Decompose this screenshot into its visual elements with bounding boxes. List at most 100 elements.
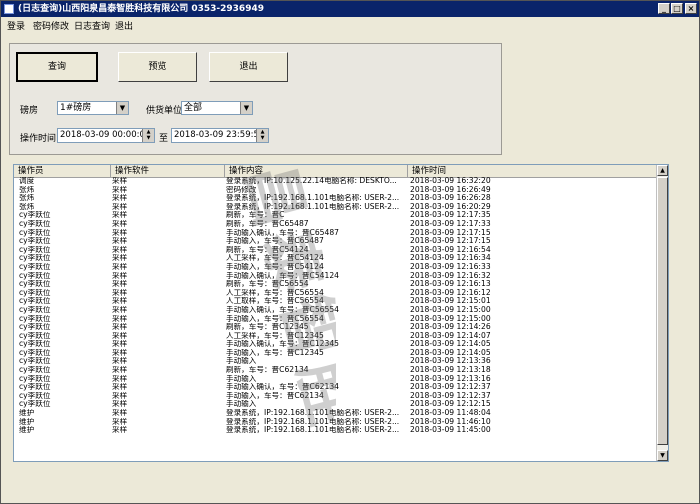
column-header-operator[interactable]: 操作员 bbox=[14, 165, 111, 177]
end-time-spinner[interactable]: ▲ ▼ bbox=[256, 129, 268, 142]
title-bar[interactable]: (日志查询)山西阳泉昌泰智胜科技有限公司 0353-2936949 _ □ × bbox=[1, 1, 699, 17]
table-row[interactable]: cy李跃位 采样 刷新，车号：晋C12345 2018-03-09 12:14:26 bbox=[14, 323, 657, 332]
cell-time: 2018-03-09 12:13:36 bbox=[410, 357, 491, 366]
cell-software: 采样 bbox=[112, 237, 128, 246]
table-row[interactable]: cy李跃位 采样 手动输入 2018-03-09 12:13:16 bbox=[14, 375, 657, 384]
cell-time: 2018-03-09 12:17:15 bbox=[410, 237, 491, 246]
table-row[interactable]: 张炜 采样 登录系统，IP:192.168.1.101电脑名称: USER-2...… bbox=[14, 203, 657, 212]
table-row[interactable]: cy李跃位 采样 刷新，车号：晋C 2018-03-09 12:17:35 bbox=[14, 211, 657, 220]
app-icon bbox=[4, 4, 14, 14]
table-row[interactable]: cy李跃位 采样 手动输入，车号：晋C56554 2018-03-09 12:15:0… bbox=[14, 315, 657, 324]
cell-content: 密码修改 bbox=[226, 185, 257, 194]
exit-button[interactable]: 退出 bbox=[209, 52, 288, 82]
spin-down-icon[interactable]: ▼ bbox=[147, 135, 151, 141]
cell-time: 2018-03-09 16:26:28 bbox=[410, 194, 491, 203]
maximize-button[interactable]: □ bbox=[671, 3, 683, 14]
cell-time: 2018-03-09 12:17:15 bbox=[410, 228, 491, 237]
menu-password-change[interactable]: 密码修改 bbox=[33, 19, 69, 32]
close-button[interactable]: × bbox=[685, 3, 697, 14]
filter-panel: 查询 预览 退出 磅房 1#磅房 ▼ 供货单位 全部 ▼ 操作时间 2018-0… bbox=[9, 43, 502, 155]
cell-operator: cy李跃位 bbox=[19, 288, 51, 297]
table-row[interactable]: cy李跃位 采样 刷新，车号：晋C65487 2018-03-09 12:17:33 bbox=[14, 220, 657, 229]
table-row[interactable]: cy李跃位 采样 手动输入确认，车号：晋C65487 2018-03-09 12:17… bbox=[14, 229, 657, 238]
cell-time: 2018-03-09 12:15:00 bbox=[410, 305, 491, 314]
scroll-down-button[interactable]: ▼ bbox=[657, 450, 668, 461]
cell-software: 采样 bbox=[112, 366, 128, 375]
table-row[interactable]: cy李跃位 采样 刷新，车号：晋C56554 2018-03-09 12:16:13 bbox=[14, 280, 657, 289]
query-button[interactable]: 查询 bbox=[16, 52, 98, 82]
table-row[interactable]: 张炜 采样 密码修改 2018-03-09 16:26:49 bbox=[14, 186, 657, 195]
table-row[interactable]: cy李跃位 采样 手动输入 2018-03-09 12:13:36 bbox=[14, 357, 657, 366]
cell-software: 采样 bbox=[112, 331, 128, 340]
column-header-time[interactable]: 操作时间 bbox=[408, 165, 657, 177]
table-row[interactable]: cy李跃位 采样 手动输入确认，车号：晋C62134 2018-03-09 12:12… bbox=[14, 383, 657, 392]
menu-exit[interactable]: 退出 bbox=[115, 19, 133, 32]
cell-content: 登录系统，IP:192.168.1.101电脑名称: USER-2... bbox=[226, 426, 400, 435]
cell-operator: cy李跃位 bbox=[19, 262, 51, 271]
chevron-down-icon[interactable]: ▼ bbox=[240, 102, 252, 114]
table-row[interactable]: cy李跃位 采样 手动输入确认，车号：晋C56554 2018-03-09 12:15… bbox=[14, 306, 657, 315]
start-time-picker[interactable]: 2018-03-09 00:00:00 ▲ ▼ bbox=[57, 128, 155, 143]
table-row[interactable]: 维护 采样 登录系统，IP:192.168.1.101电脑名称: USER-2...… bbox=[14, 426, 657, 435]
cell-time: 2018-03-09 12:15:00 bbox=[410, 314, 491, 323]
cell-operator: 调度 bbox=[19, 177, 35, 185]
table-row[interactable]: 张炜 采样 登录系统，IP:192.168.1.101电脑名称: USER-2...… bbox=[14, 194, 657, 203]
cell-time: 2018-03-09 12:12:15 bbox=[410, 400, 491, 409]
supplier-label: 供货单位 bbox=[146, 106, 183, 116]
cell-content: 刷新，车号：晋C54124 bbox=[226, 245, 309, 254]
cell-operator: 维护 bbox=[19, 417, 35, 426]
time-label: 操作时间 bbox=[20, 134, 57, 144]
cell-operator: cy李跃位 bbox=[19, 211, 51, 220]
spin-down-icon[interactable]: ▼ bbox=[261, 135, 265, 141]
warehouse-select[interactable]: 1#磅房 ▼ bbox=[57, 101, 129, 115]
scroll-thumb[interactable] bbox=[657, 177, 668, 445]
cell-content: 手动输入确认，车号：晋C65487 bbox=[226, 228, 339, 237]
preview-button[interactable]: 预览 bbox=[118, 52, 197, 82]
cell-content: 手动输入确认，车号：晋C12345 bbox=[226, 340, 339, 349]
cell-software: 采样 bbox=[112, 185, 128, 194]
log-table[interactable]: 操作员 操作软件 操作内容 操作时间 调度 采样 登录系统，IP:10.125.22… bbox=[13, 164, 669, 462]
cell-content: 人工采样，车号：晋C54124 bbox=[226, 254, 324, 263]
table-row[interactable]: cy李跃位 采样 手动输入确认，车号：晋C54124 2018-03-09 12:16… bbox=[14, 272, 657, 281]
table-row[interactable]: cy李跃位 采样 手动输入，车号：晋C62134 2018-03-09 12:12:3… bbox=[14, 392, 657, 401]
menu-log-query[interactable]: 日志查询 bbox=[74, 19, 110, 32]
table-row[interactable]: cy李跃位 采样 人工采样，车号：晋C56554 2018-03-09 12:16:1… bbox=[14, 289, 657, 298]
cell-content: 手动输入，车号：晋C12345 bbox=[226, 348, 324, 357]
table-row[interactable]: cy李跃位 采样 手动输入 2018-03-09 12:12:15 bbox=[14, 400, 657, 409]
chevron-down-icon[interactable]: ▼ bbox=[116, 102, 128, 114]
table-row[interactable]: 调度 采样 登录系统，IP:10.125.22.14电脑名称: DESKTO... 2… bbox=[14, 177, 657, 186]
cell-content: 刷新，车号：晋C65487 bbox=[226, 219, 309, 228]
table-row[interactable]: 维护 采样 登录系统，IP:192.168.1.101电脑名称: USER-2...… bbox=[14, 409, 657, 418]
cell-time: 2018-03-09 12:17:33 bbox=[410, 219, 491, 228]
table-row[interactable]: cy李跃位 采样 人工采样，车号：晋C12345 2018-03-09 12:14:0… bbox=[14, 332, 657, 341]
cell-content: 手动输入确认，车号：晋C62134 bbox=[226, 383, 339, 392]
cell-time: 2018-03-09 12:15:01 bbox=[410, 297, 491, 306]
table-row[interactable]: cy李跃位 采样 手动输入，车号：晋C12345 2018-03-09 12:14:0… bbox=[14, 349, 657, 358]
cell-software: 采样 bbox=[112, 219, 128, 228]
start-time-value: 2018-03-09 00:00:00 bbox=[60, 130, 151, 140]
scroll-up-button[interactable]: ▲ bbox=[657, 165, 668, 176]
column-header-content[interactable]: 操作内容 bbox=[225, 165, 408, 177]
table-row[interactable]: cy李跃位 采样 刷新，车号：晋C62134 2018-03-09 12:13:18 bbox=[14, 366, 657, 375]
supplier-select[interactable]: 全部 ▼ bbox=[181, 101, 253, 115]
cell-operator: cy李跃位 bbox=[19, 340, 51, 349]
cell-software: 采样 bbox=[112, 391, 128, 400]
cell-software: 采样 bbox=[112, 305, 128, 314]
table-row[interactable]: cy李跃位 采样 手动输入，车号：晋C54124 2018-03-09 12:16:3… bbox=[14, 263, 657, 272]
menu-login[interactable]: 登录 bbox=[7, 19, 25, 32]
table-row[interactable]: cy李跃位 采样 刷新，车号：晋C54124 2018-03-09 12:16:54 bbox=[14, 246, 657, 255]
start-time-spinner[interactable]: ▲ ▼ bbox=[142, 129, 154, 142]
table-row[interactable]: cy李跃位 采样 人工采样，车号：晋C54124 2018-03-09 12:16:3… bbox=[14, 254, 657, 263]
cell-software: 采样 bbox=[112, 280, 128, 289]
cell-software: 采样 bbox=[112, 426, 128, 435]
table-row[interactable]: cy李跃位 采样 人工取样，车号：晋C56554 2018-03-09 12:15:0… bbox=[14, 297, 657, 306]
column-header-software[interactable]: 操作软件 bbox=[111, 165, 225, 177]
table-row[interactable]: cy李跃位 采样 手动输入确认，车号：晋C12345 2018-03-09 12:14… bbox=[14, 340, 657, 349]
cell-content: 手动输入 bbox=[226, 357, 257, 366]
table-row[interactable]: cy李跃位 采样 手动输入，车号：晋C65487 2018-03-09 12:17:1… bbox=[14, 237, 657, 246]
end-time-picker[interactable]: 2018-03-09 23:59:59 ▲ ▼ bbox=[171, 128, 269, 143]
vertical-scrollbar[interactable]: ▲ ▼ bbox=[656, 165, 668, 461]
minimize-button[interactable]: _ bbox=[658, 3, 670, 14]
cell-time: 2018-03-09 12:13:18 bbox=[410, 366, 491, 375]
table-row[interactable]: 维护 采样 登录系统，IP:192.168.1.101电脑名称: USER-2...… bbox=[14, 418, 657, 427]
